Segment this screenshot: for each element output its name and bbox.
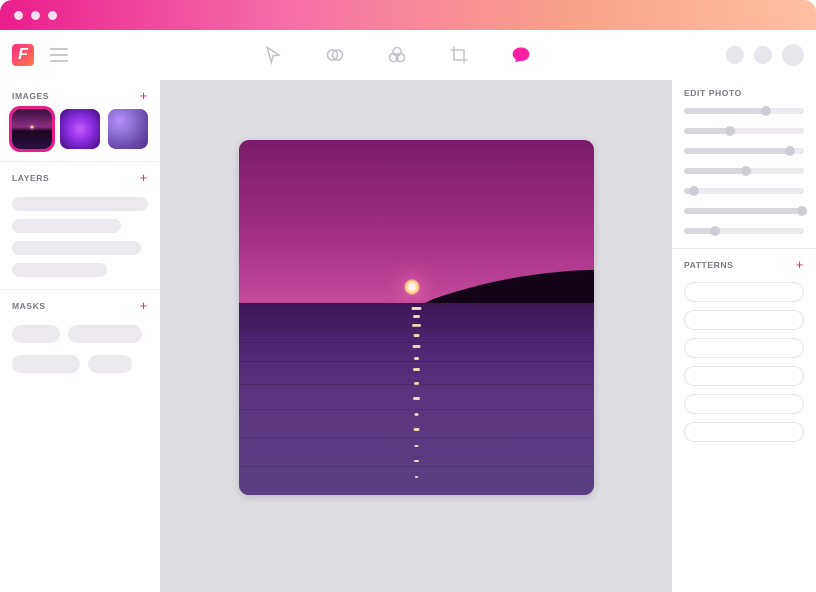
layers-section-header: LAYERS + [0,162,160,191]
traffic-zoom[interactable] [48,11,57,20]
layers-label: LAYERS [12,173,49,183]
masks-section-header: MASKS + [0,290,160,319]
canvas-image[interactable] [239,140,594,495]
edit-slider-1[interactable] [684,108,804,114]
toolbar-right-group [726,44,804,66]
add-layer-button[interactable]: + [140,170,148,185]
slider-knob[interactable] [785,146,795,156]
toolbar-left-group: F [12,44,68,66]
pattern-item[interactable] [684,338,804,358]
edit-sliders [672,104,816,248]
add-mask-button[interactable]: + [140,298,148,313]
traffic-minimize[interactable] [31,11,40,20]
pattern-item[interactable] [684,310,804,330]
masks-row-1 [0,319,160,349]
edit-section-header: EDIT PHOTO [672,80,816,104]
image-sun [404,279,420,295]
image-thumbnails [0,109,160,161]
app-body: IMAGES + LAYERS + [0,80,816,592]
patterns-list [672,278,816,446]
image-thumb-2[interactable] [60,109,100,149]
pointer-tool[interactable] [263,45,283,65]
images-label: IMAGES [12,91,49,101]
layer-item[interactable] [12,197,148,211]
slider-knob[interactable] [761,106,771,116]
app-window: F [0,0,816,592]
app-logo[interactable]: F [12,44,34,66]
slider-knob[interactable] [725,126,735,136]
add-pattern-button[interactable]: + [796,257,804,272]
mask-item[interactable] [88,355,132,373]
mask-item[interactable] [12,325,60,343]
presence-avatar-1[interactable] [726,46,744,64]
user-avatar[interactable] [782,44,804,66]
slider-knob[interactable] [797,206,807,216]
pattern-item[interactable] [684,282,804,302]
mask-item[interactable] [12,355,80,373]
patterns-label: PATTERNS [684,260,733,270]
add-image-button[interactable]: + [140,88,148,103]
slider-knob[interactable] [689,186,699,196]
traffic-close[interactable] [14,11,23,20]
layers-list [0,191,160,289]
edit-slider-3[interactable] [684,148,804,154]
pattern-item[interactable] [684,394,804,414]
right-panel: EDIT PHOTO PATTERNS + [672,80,816,592]
image-water [239,303,594,495]
layer-item[interactable] [12,241,141,255]
filters-tool[interactable] [387,45,407,65]
edit-slider-2[interactable] [684,128,804,134]
masks-label: MASKS [12,301,46,311]
menu-button[interactable] [50,48,68,62]
combine-tool[interactable] [325,45,345,65]
edit-label: EDIT PHOTO [684,88,742,98]
masks-row-2 [0,349,160,379]
slider-knob[interactable] [710,226,720,236]
edit-slider-4[interactable] [684,168,804,174]
canvas-area[interactable] [160,80,672,592]
image-thumb-1[interactable] [12,109,52,149]
slider-knob[interactable] [741,166,751,176]
mask-item[interactable] [68,325,143,343]
toolbar-tools [263,45,531,65]
pattern-item[interactable] [684,422,804,442]
left-panel: IMAGES + LAYERS + [0,80,160,592]
edit-slider-7[interactable] [684,228,804,234]
layer-item[interactable] [12,263,107,277]
images-section-header: IMAGES + [0,80,160,109]
patterns-section-header: PATTERNS + [672,249,816,278]
image-thumb-3[interactable] [108,109,148,149]
presence-avatar-2[interactable] [754,46,772,64]
top-toolbar: F [0,30,816,80]
window-titlebar [0,0,816,30]
edit-slider-5[interactable] [684,188,804,194]
layer-item[interactable] [12,219,121,233]
pattern-item[interactable] [684,366,804,386]
crop-tool[interactable] [449,45,469,65]
comment-tool[interactable] [511,45,531,65]
edit-slider-6[interactable] [684,208,804,214]
